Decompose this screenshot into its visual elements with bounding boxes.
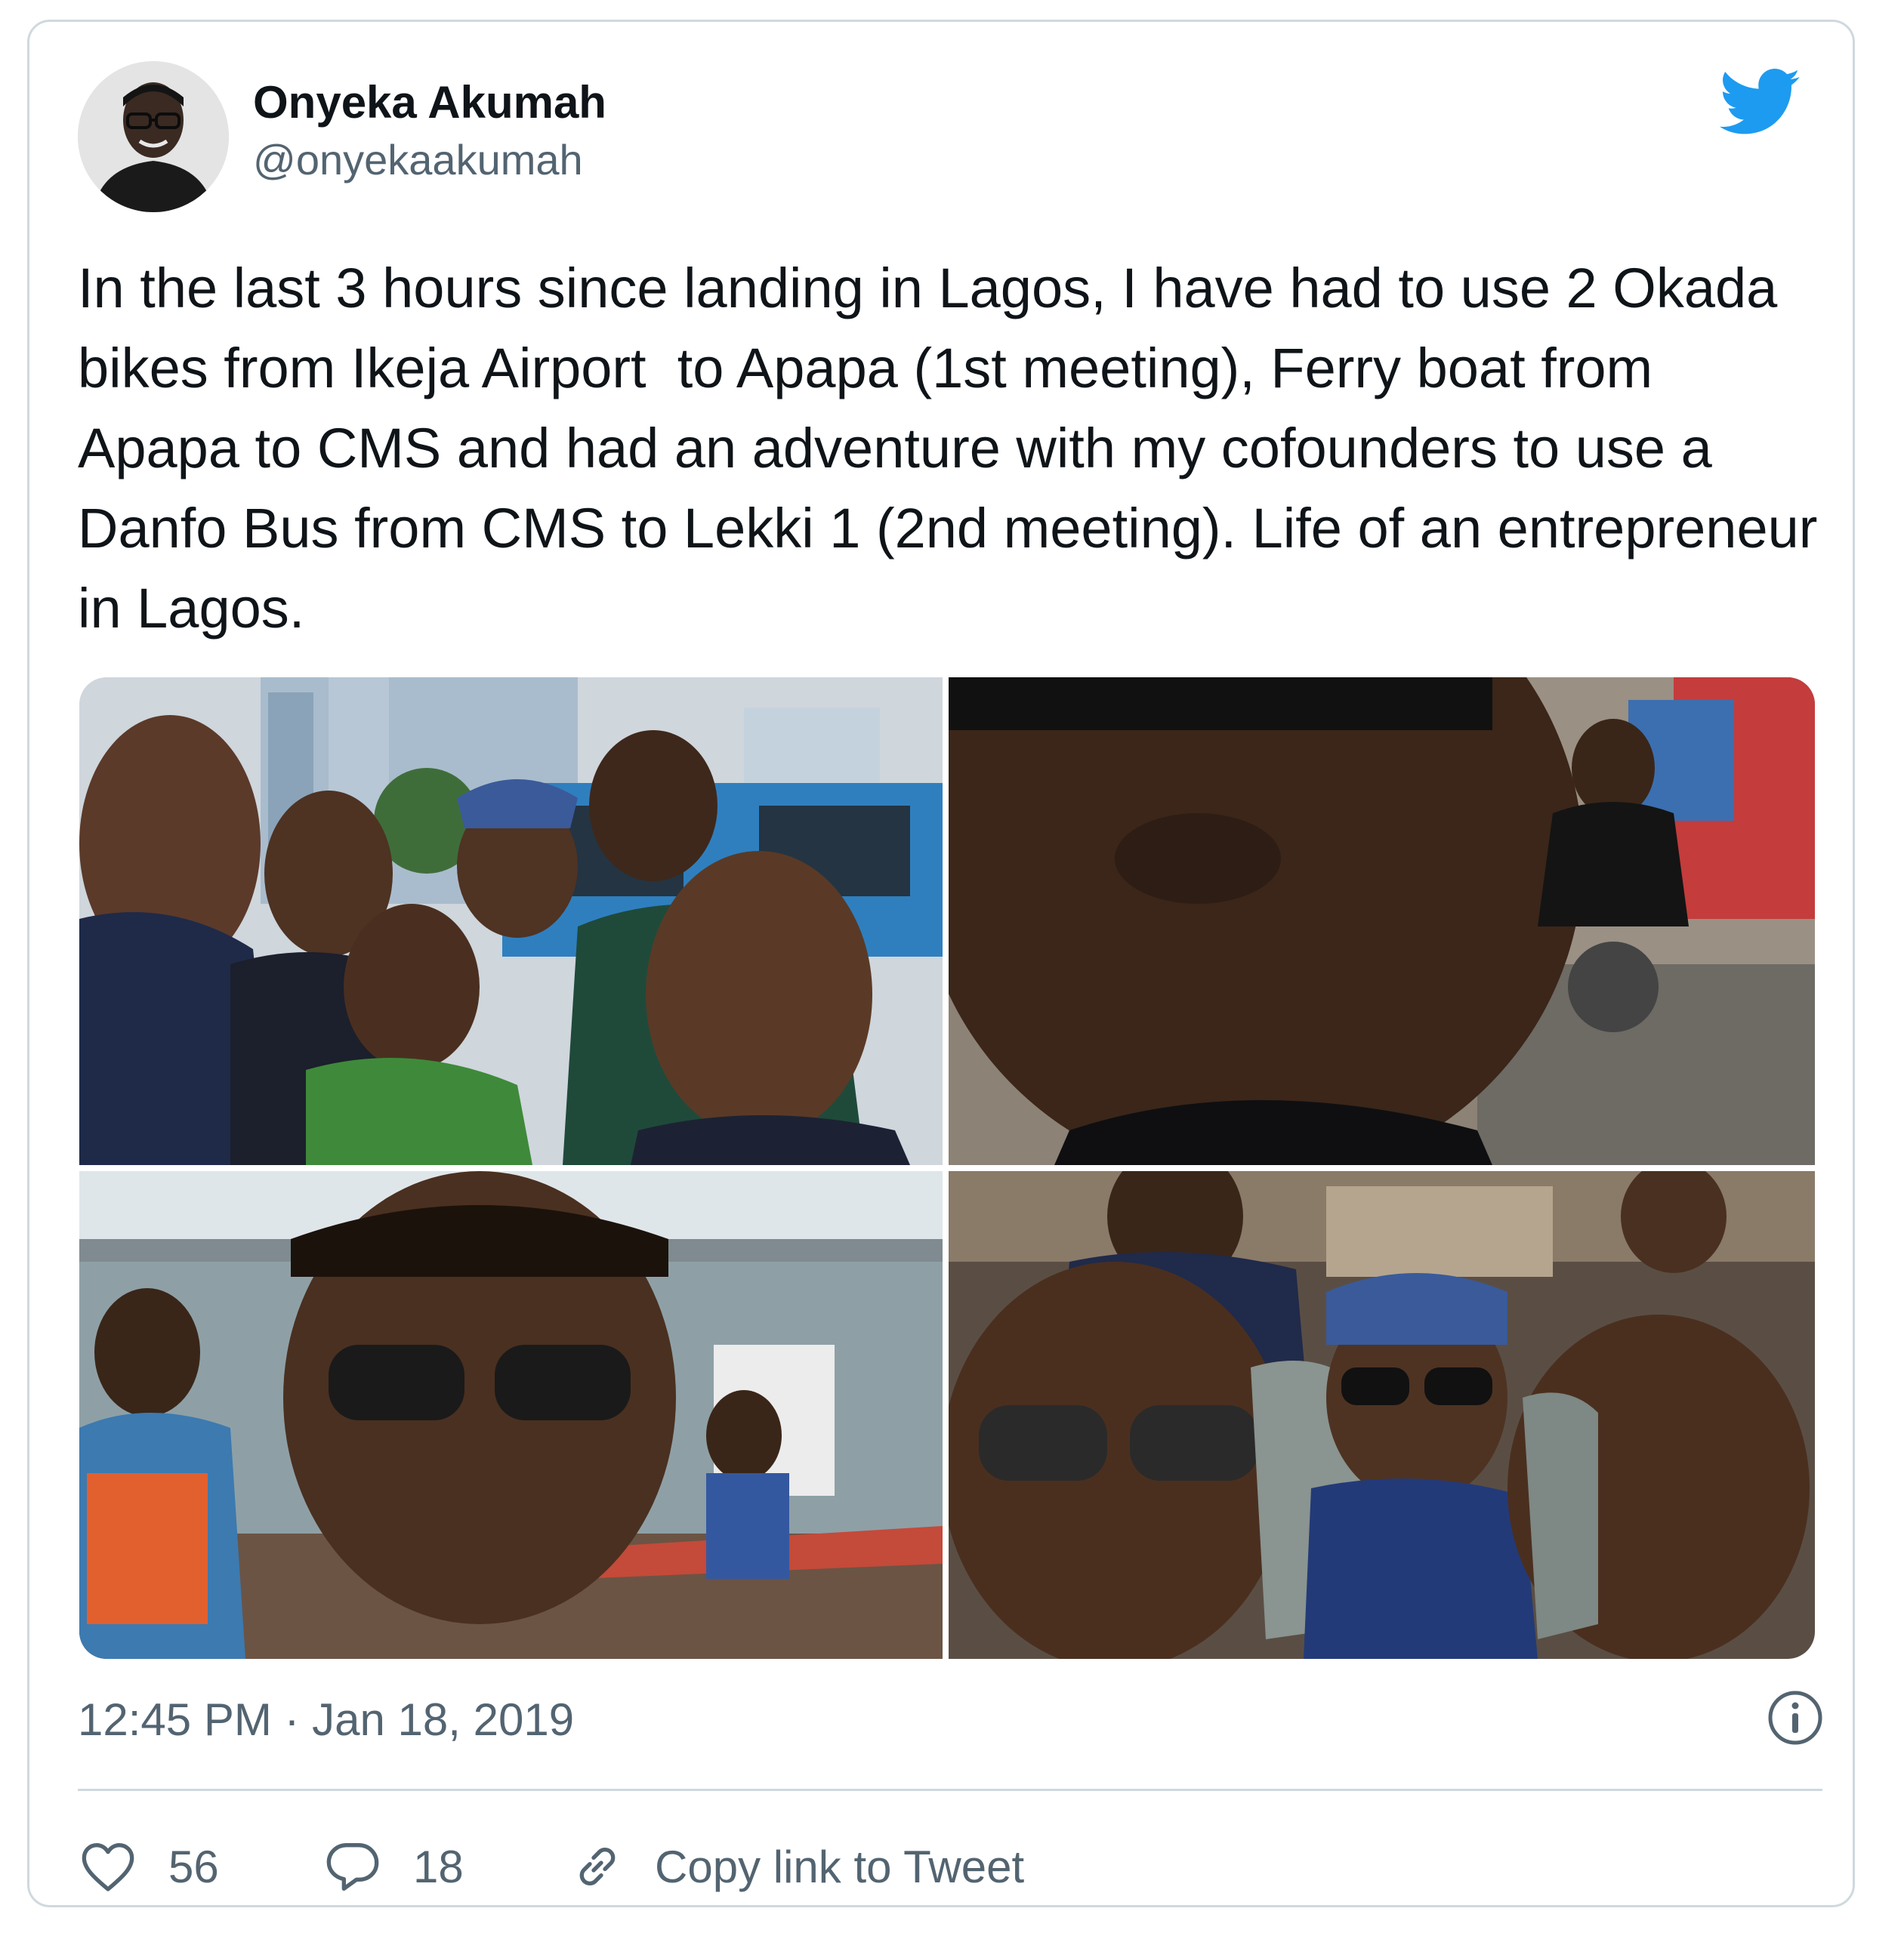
author-avatar[interactable]: [78, 61, 229, 212]
photo-okada-selfie[interactable]: [949, 677, 1815, 1165]
like-count: 56: [168, 1841, 219, 1892]
info-icon[interactable]: [1767, 1689, 1824, 1746]
copy-link-button[interactable]: Copy link to Tweet: [567, 1833, 1024, 1901]
twitter-bird-icon[interactable]: [1719, 69, 1801, 137]
photo-ferry-selfie[interactable]: [79, 1171, 943, 1659]
speech-bubble-icon: [322, 1836, 383, 1897]
reply-count: 18: [413, 1841, 464, 1892]
like-button[interactable]: 56: [78, 1833, 219, 1901]
author-name[interactable]: Onyeka Akumah: [253, 76, 606, 128]
photo-group-selfie[interactable]: [79, 677, 943, 1165]
media-grid: [79, 677, 1815, 1659]
author-handle[interactable]: @onyekaakumah: [253, 135, 583, 184]
link-icon: [567, 1836, 628, 1897]
copy-link-label: Copy link to Tweet: [655, 1841, 1025, 1892]
photo-danfo-selfie[interactable]: [949, 1171, 1815, 1659]
heart-icon: [78, 1836, 138, 1897]
reply-button[interactable]: 18: [322, 1833, 464, 1901]
divider: [78, 1789, 1822, 1791]
tweet-timestamp[interactable]: 12:45 PM · Jan 18, 2019: [78, 1694, 574, 1746]
tweet-card[interactable]: Onyeka Akumah @onyekaakumah In the last …: [27, 20, 1855, 1907]
tweet-text: In the last 3 hours since landing in Lag…: [78, 257, 1833, 640]
